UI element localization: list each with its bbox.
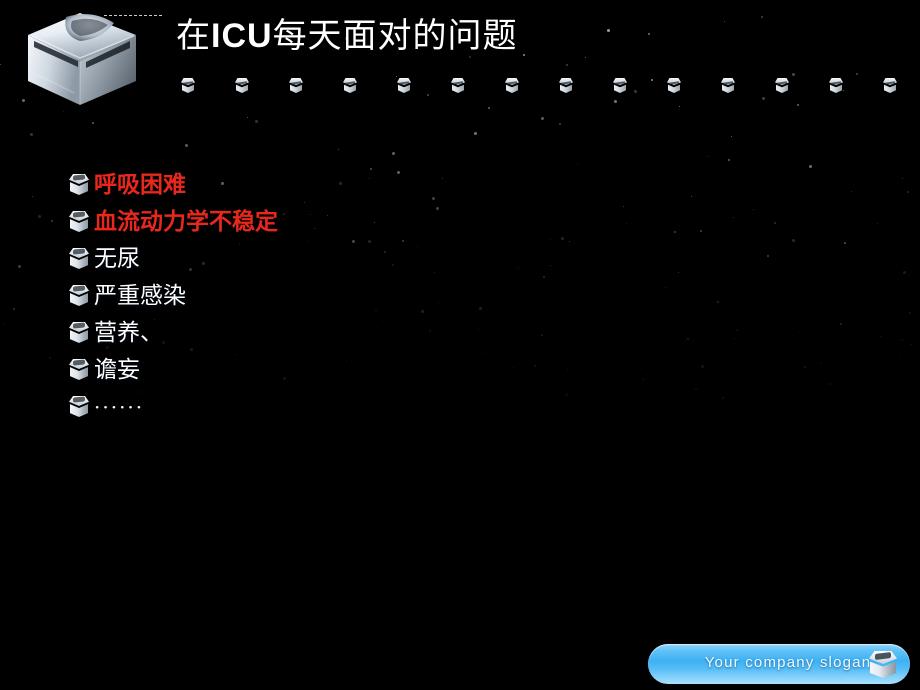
mini-cube-icon: [288, 78, 304, 98]
cube-bullet-icon: [68, 285, 94, 306]
slide-title: 在ICU每天面对的问题: [176, 14, 518, 58]
mini-cube-icon: [504, 78, 520, 98]
bullet-list-item: 血流动力学不稳定: [68, 203, 628, 240]
cube-bullet-icon: [68, 396, 94, 417]
mini-cube-icon: [774, 78, 790, 98]
bullet-list-item-label: 营养、: [94, 319, 163, 346]
bullet-list-item-label: 严重感染: [94, 282, 186, 309]
mini-cube-icon: [450, 78, 466, 98]
mini-cube-icon: [612, 78, 628, 98]
cube-bullet-icon: [68, 174, 94, 195]
mini-cube-icon: [342, 78, 358, 98]
slide-title-after: 每天面对的问题: [272, 16, 518, 56]
bullet-list-item: 严重感染: [68, 277, 628, 314]
mini-cube-icon: [558, 78, 574, 98]
cube-bullet-icon: [68, 211, 94, 232]
mini-cube-icon: [396, 78, 412, 98]
bullet-list-item-label: 呼吸困难: [94, 170, 186, 198]
company-slogan-text: Your company slogan: [704, 654, 872, 671]
cube-row-decoration: [170, 78, 900, 96]
slide-title-emphasis: ICU: [211, 17, 273, 55]
mini-cube-icon: [234, 78, 250, 98]
bullet-list-item: 营养、: [68, 314, 628, 351]
mini-cube-icon: [882, 78, 898, 98]
bullet-list-item-label: 谵妄: [94, 356, 140, 383]
cube-bullet-icon: [68, 359, 94, 380]
bullet-list-item-label: 血流动力学不稳定: [94, 207, 278, 235]
bullet-list-item-label: ······: [94, 394, 145, 419]
bullet-list-item: 谵妄: [68, 351, 628, 388]
cube-bullet-icon: [68, 322, 94, 343]
bullet-list-item: 无尿: [68, 240, 628, 277]
bullet-list: 呼吸困难血流动力学不稳定 无尿严重感染营养、谵妄 ······: [68, 166, 628, 425]
metallic-cube-logo: [18, 5, 150, 113]
mini-cube-icon: [666, 78, 682, 98]
mini-cube-icon: [720, 78, 736, 98]
bullet-list-item: ······: [68, 388, 628, 425]
bullet-list-item-label: 无尿: [94, 245, 140, 272]
slide-canvas: 在ICU每天面对的问题 呼吸困难血流动力学不稳定 无尿严重感染营养、谵妄 ·····…: [0, 0, 920, 690]
mini-cube-icon: [828, 78, 844, 98]
cube-bullet-icon: [68, 248, 94, 269]
cube-icon: [868, 651, 898, 678]
company-slogan-pill[interactable]: Your company slogan: [648, 644, 910, 684]
bullet-list-item: 呼吸困难: [68, 166, 628, 203]
slide-title-before: 在: [176, 16, 211, 56]
mini-cube-icon: [180, 78, 196, 98]
